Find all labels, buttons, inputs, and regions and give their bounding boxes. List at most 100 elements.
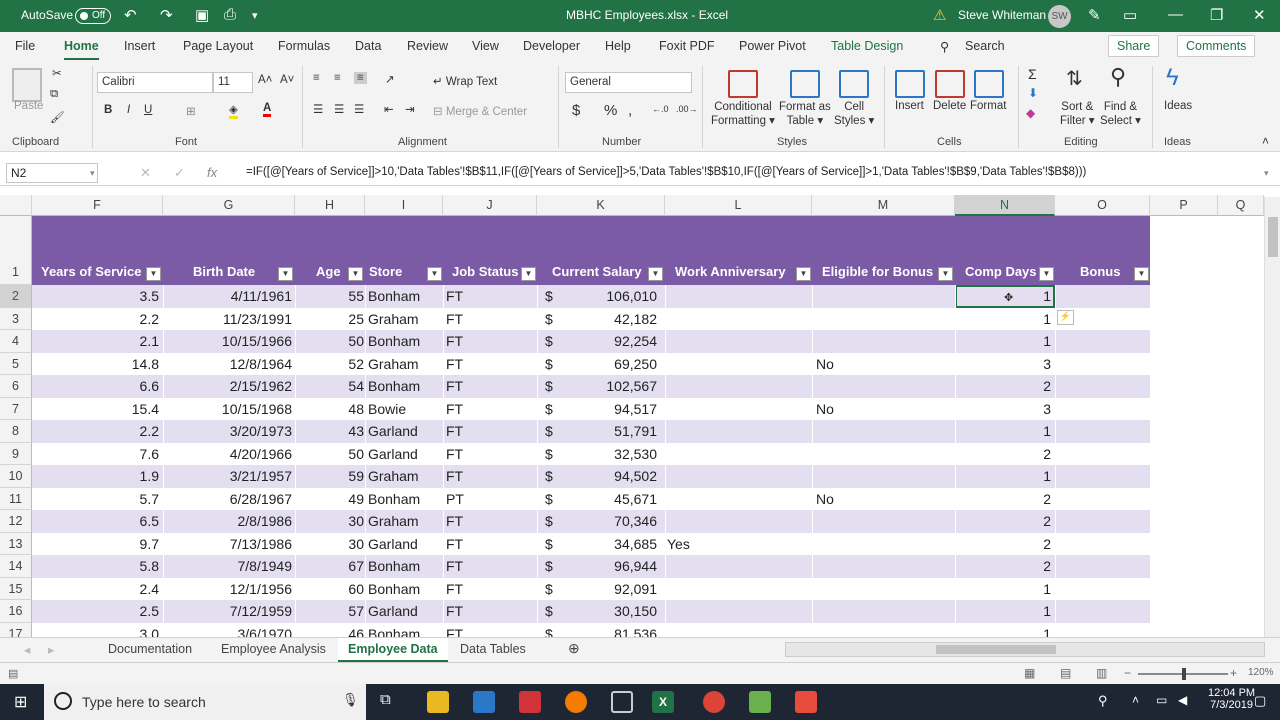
cut-icon[interactable]: ✂ [52,66,62,80]
formula-input[interactable]: =IF([@[Years of Service]]>10,'Data Table… [246,166,1086,178]
increase-font-icon[interactable]: A˄ [258,74,272,86]
cell-ys[interactable]: 14.8 [32,356,159,372]
restore-icon[interactable]: ❐ [1210,6,1223,24]
cell-ys[interactable]: 9.7 [32,536,159,552]
cell-js[interactable]: FT [446,333,526,349]
format-as-table-button[interactable]: Format as Table ▾ [779,100,831,128]
cell-store[interactable]: Bonham [368,333,444,349]
window-app-icon[interactable] [611,691,633,713]
cell-js[interactable]: FT [446,311,526,327]
cell-cd[interactable]: 2 [955,446,1051,462]
cell-ys[interactable]: 6.5 [32,513,159,529]
cell-cd[interactable]: 1 [955,333,1051,349]
column-header-m[interactable]: M [812,195,955,216]
increase-decimal-icon[interactable]: ←.0 [652,104,669,114]
zoom-in-icon[interactable]: + [1230,666,1237,680]
cell-store[interactable]: Graham [368,468,444,484]
cell-eb[interactable]: No [816,356,956,372]
cell-wa[interactable]: Yes [667,536,807,552]
select-all-corner[interactable] [0,195,32,216]
zoom-out-icon[interactable]: − [1124,666,1131,680]
cell-store[interactable]: Bonham [368,558,444,574]
increase-indent-icon[interactable]: ⇥ [405,102,415,116]
zoom-slider[interactable] [1138,668,1228,680]
redo-icon[interactable]: ↷ [160,6,173,24]
cell-sal[interactable]: 94,517 [562,401,657,417]
name-box[interactable]: N2 [6,163,98,183]
cell-ys[interactable]: 2.1 [32,333,159,349]
find-select-button[interactable]: Find & Select ▾ [1100,100,1141,128]
column-header-j[interactable]: J [443,195,537,216]
cell-bd[interactable]: 6/28/1967 [163,491,292,507]
clock[interactable]: 12:04 PM 7/3/2019 [1208,687,1255,711]
cell-js[interactable]: FT [446,378,526,394]
column-header-l[interactable]: L [665,195,812,216]
pen-icon[interactable]: ✎ [1088,6,1101,24]
cell-cd[interactable]: 3 [955,401,1051,417]
filter-dropdown-icon[interactable]: ▼ [278,267,293,281]
ideas-icon[interactable]: ϟ [1166,64,1179,92]
cell-styles-button[interactable]: Cell Styles ▾ [834,100,874,128]
excel-icon[interactable]: X [652,691,674,713]
column-header-p[interactable]: P [1150,195,1218,216]
filter-dropdown-icon[interactable]: ▼ [938,267,953,281]
minimize-icon[interactable]: — [1168,6,1183,23]
tab-help[interactable]: Help [605,39,631,53]
align-right-icon[interactable]: ☰ [354,102,364,116]
tab-formulas[interactable]: Formulas [278,39,330,53]
cell-js[interactable]: FT [446,468,526,484]
row-header-10[interactable]: 10 [0,465,32,488]
sheet-tab-data-tables[interactable]: Data Tables [460,642,526,656]
user-name[interactable]: Steve Whiteman [958,8,1046,22]
cell-age[interactable]: 57 [295,603,364,619]
row-header-5[interactable]: 5 [0,352,32,375]
column-header-g[interactable]: G [163,195,295,216]
horizontal-scrollbar[interactable] [785,642,1265,657]
column-header-n[interactable]: N [955,195,1055,216]
cell-age[interactable]: 50 [295,333,364,349]
fill-icon[interactable]: ⬇ [1028,86,1038,100]
filter-dropdown-icon[interactable]: ▼ [1039,267,1054,281]
wrap-text-button[interactable]: ↵ Wrap Text [433,74,497,88]
merge-center-button[interactable]: ⊟ Merge & Center [433,104,527,118]
cell-cd[interactable]: 3 [955,356,1051,372]
horizontal-scroll-thumb[interactable] [936,645,1056,654]
macro-record-icon[interactable]: ▤ [8,667,18,680]
people-icon[interactable]: ⚲ [1098,693,1108,709]
insert-cells-icon[interactable] [895,70,925,98]
enter-icon[interactable]: ✓ [174,165,185,181]
tab-review[interactable]: Review [407,39,448,53]
network-icon[interactable]: ▭ [1156,693,1167,707]
sort-filter-button[interactable]: Sort & Filter ▾ [1060,100,1095,128]
search-icon[interactable]: ⚲ [940,39,949,54]
cell-store[interactable]: Graham [368,311,444,327]
cell-sal[interactable]: 30,150 [562,603,657,619]
format-painter-icon[interactable]: 🖌 [50,110,65,124]
font-color-icon[interactable]: A [263,102,272,117]
row-header-16[interactable]: 16 [0,600,32,623]
cell-sal[interactable]: 70,346 [562,513,657,529]
cell-bd[interactable]: 7/13/1986 [163,536,292,552]
cell-bd[interactable]: 4/11/1961 [163,288,292,304]
store-icon[interactable] [473,691,495,713]
align-center-icon[interactable]: ☰ [334,102,344,116]
comma-style-icon[interactable]: , [628,102,632,119]
row-header-12[interactable]: 12 [0,510,32,533]
delete-cells-button[interactable]: Delete [933,100,966,112]
cell-age[interactable]: 30 [295,536,364,552]
cell-bd[interactable]: 4/20/1966 [163,446,292,462]
row-header-2[interactable]: 2 [0,285,32,308]
insert-function-icon[interactable]: fx [207,165,217,180]
cell-cd[interactable]: 2 [955,513,1051,529]
cancel-icon[interactable]: ✕ [140,165,151,181]
format-cells-icon[interactable] [974,70,1004,98]
taskbar-search[interactable]: Type here to search 🎙 [44,684,366,720]
cell-bd[interactable]: 11/23/1991 [163,311,292,327]
cell-ys[interactable]: 2.5 [32,603,159,619]
orientation-icon[interactable]: ↗ [385,72,395,86]
cell-ys[interactable]: 15.4 [32,401,159,417]
save-icon[interactable]: ▣ [195,6,209,24]
sheet-tab-documentation[interactable]: Documentation [108,642,192,656]
cell-cd[interactable]: 1 [955,603,1051,619]
cell-bd[interactable]: 2/15/1962 [163,378,292,394]
